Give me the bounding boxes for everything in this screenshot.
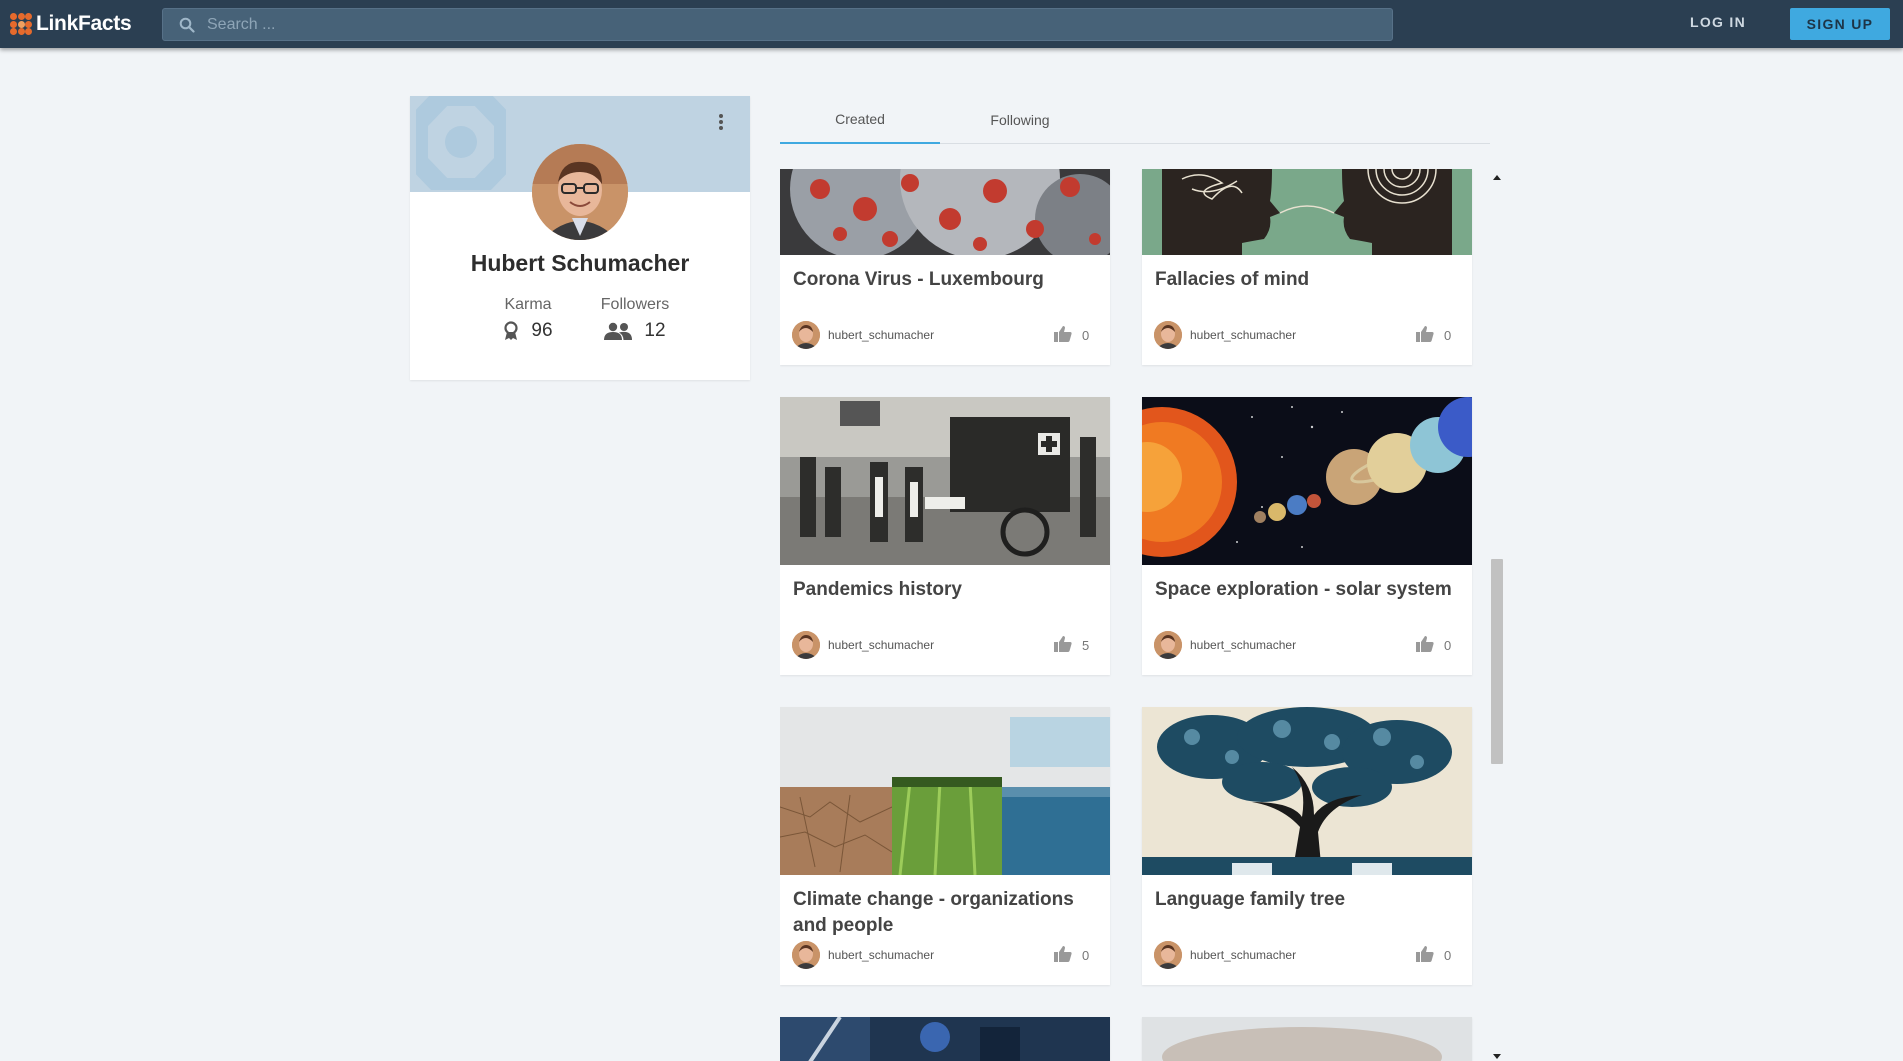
topic-card[interactable]: Pandemics history hubert_schumacher 5 [780, 397, 1110, 675]
card-image-language-tree [1142, 707, 1472, 875]
card-title[interactable]: Language family tree [1155, 887, 1460, 913]
card-footer: hubert_schumacher 0 [792, 939, 1098, 969]
tab-created[interactable]: Created [780, 96, 940, 144]
card-footer: hubert_schumacher 0 [1154, 319, 1460, 349]
scrollbar-thumb[interactable] [1491, 559, 1503, 764]
card-title[interactable]: Fallacies of mind [1155, 267, 1460, 293]
user-avatar[interactable] [1154, 941, 1182, 969]
search-input[interactable] [207, 9, 1377, 40]
tab-following[interactable]: Following [940, 96, 1100, 144]
profile-card: Hubert Schumacher Karma 96 Followers 12 [410, 96, 750, 380]
banner-logo-icon [416, 96, 506, 190]
search-icon [179, 17, 195, 33]
card-title[interactable]: Pandemics history [793, 577, 1098, 603]
card-username[interactable]: hubert_schumacher [1190, 328, 1296, 342]
profile-name: Hubert Schumacher [470, 250, 690, 276]
card-image-solar-system [1142, 397, 1472, 565]
card-title[interactable]: Space exploration - solar system [1155, 577, 1460, 603]
card-title[interactable]: Corona Virus - Luxembourg [793, 267, 1098, 293]
card-image-historic-ambulance-photo [780, 397, 1110, 565]
logo-text: LinkFacts [36, 12, 132, 35]
topic-card[interactable]: Corona Virus - Luxembourg hubert_schumac… [780, 169, 1110, 365]
thumb-up-icon[interactable] [1416, 326, 1434, 342]
login-button[interactable]: LOG IN [1690, 14, 1746, 34]
thumb-up-icon[interactable] [1054, 946, 1072, 962]
user-avatar[interactable] [792, 631, 820, 659]
topic-card[interactable]: Climate change - organizations and peopl… [780, 707, 1110, 985]
thumb-up-icon[interactable] [1416, 946, 1434, 962]
user-avatar[interactable] [1154, 321, 1182, 349]
card-username[interactable]: hubert_schumacher [828, 638, 934, 652]
like-count: 0 [1444, 328, 1452, 343]
topic-card[interactable]: Space exploration - solar system hubert_… [1142, 397, 1472, 675]
top-navbar: LinkFacts LOG IN SIGN UP [0, 0, 1903, 48]
card-footer: hubert_schumacher 0 [1154, 939, 1460, 969]
card-footer: hubert_schumacher 5 [792, 629, 1098, 659]
topic-card[interactable] [780, 1017, 1110, 1061]
followers-value: 12 [644, 320, 666, 341]
signup-button[interactable]: SIGN UP [1790, 8, 1890, 40]
card-username[interactable]: hubert_schumacher [828, 948, 934, 962]
followers-label: Followers [600, 296, 670, 313]
like-count: 0 [1082, 948, 1090, 963]
topic-card[interactable] [1142, 1017, 1472, 1061]
followers-icon [604, 322, 633, 340]
card-username[interactable]: hubert_schumacher [1190, 948, 1296, 962]
card-username[interactable]: hubert_schumacher [828, 328, 934, 342]
kebab-menu-icon[interactable] [716, 112, 726, 134]
like-count: 5 [1082, 638, 1090, 653]
card-title[interactable]: Climate change - organizations and peopl… [793, 887, 1098, 939]
card-image-climate-landscape [780, 707, 1110, 875]
like-count: 0 [1444, 638, 1452, 653]
feed-scrollbar[interactable] [1490, 169, 1504, 1061]
thumb-up-icon[interactable] [1054, 636, 1072, 652]
topic-grid: Corona Virus - Luxembourg hubert_schumac… [780, 169, 1495, 1061]
thumb-up-icon[interactable] [1416, 636, 1434, 652]
card-image-heads-illustration [1142, 169, 1472, 255]
card-image-coronavirus [780, 169, 1110, 255]
like-count: 0 [1444, 948, 1452, 963]
profile-avatar [532, 144, 628, 240]
scroll-up-arrow-icon[interactable] [1493, 175, 1501, 180]
karma-label: Karma [504, 296, 552, 313]
user-avatar[interactable] [792, 321, 820, 349]
karma-value: 96 [531, 320, 553, 341]
logo-mark-icon [10, 13, 32, 35]
card-username[interactable]: hubert_schumacher [1190, 638, 1296, 652]
karma-medal-icon [504, 321, 519, 340]
card-footer: hubert_schumacher 0 [1154, 629, 1460, 659]
followers-stat: Followers 12 [590, 296, 680, 342]
card-footer: hubert_schumacher 0 [792, 319, 1098, 349]
thumb-up-icon[interactable] [1054, 326, 1072, 342]
karma-stat: Karma 96 [488, 296, 568, 342]
logo[interactable]: LinkFacts [10, 12, 132, 36]
card-image-partial [1142, 1017, 1472, 1061]
topic-card[interactable]: Language family tree hubert_schumacher 0 [1142, 707, 1472, 985]
profile-tabs: Created Following [780, 96, 1490, 144]
scroll-down-arrow-icon[interactable] [1493, 1054, 1501, 1059]
search-bar[interactable] [162, 8, 1393, 41]
topic-card[interactable]: Fallacies of mind hubert_schumacher 0 [1142, 169, 1472, 365]
user-avatar[interactable] [792, 941, 820, 969]
like-count: 0 [1082, 328, 1090, 343]
card-image-partial [780, 1017, 1110, 1061]
user-avatar[interactable] [1154, 631, 1182, 659]
